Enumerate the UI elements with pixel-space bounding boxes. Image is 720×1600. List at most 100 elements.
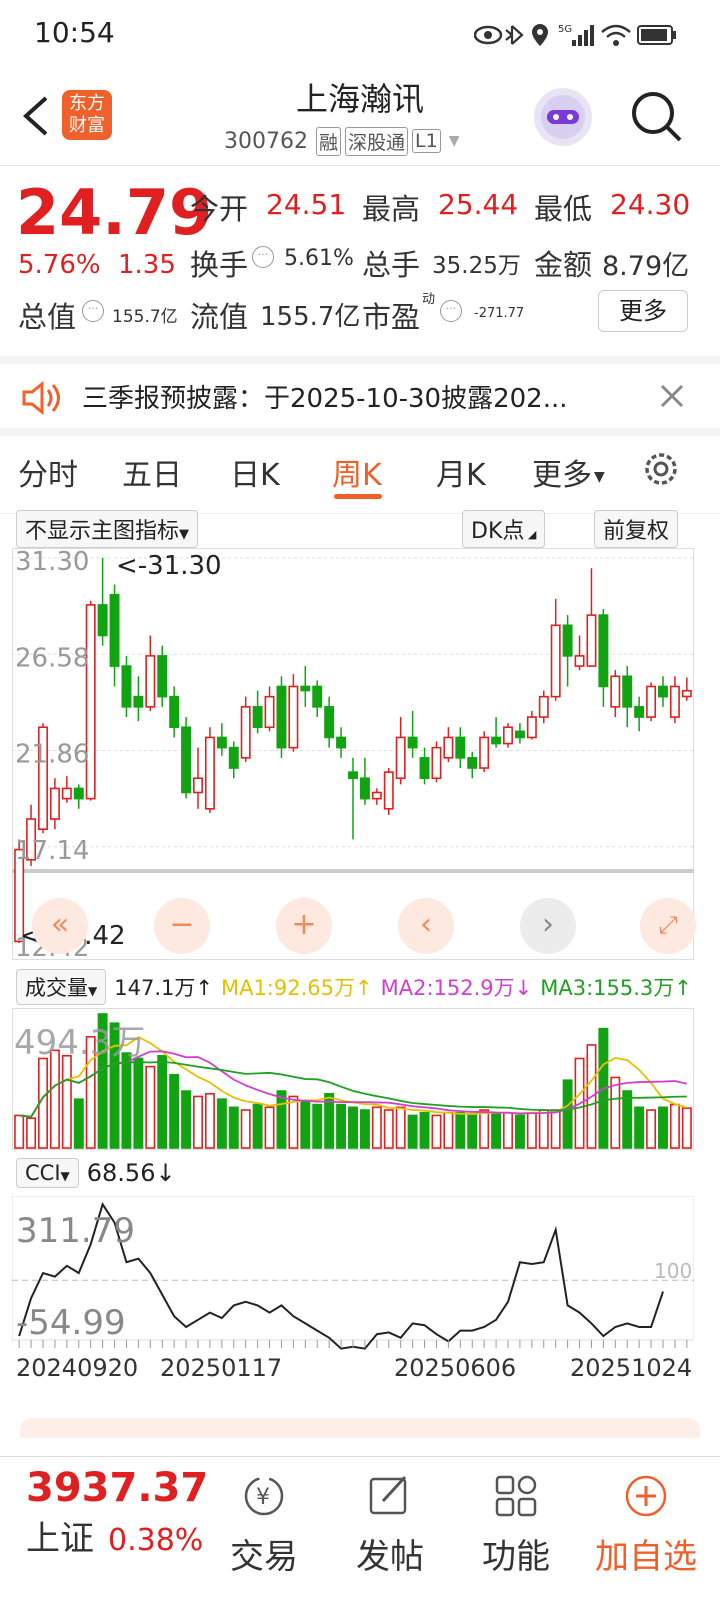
volume-bar [73, 1098, 84, 1149]
caret-down-icon: ▼ [60, 1169, 70, 1183]
volume-ma1: MA1:92.65万↑ [220, 976, 373, 1000]
candle-body [300, 685, 311, 692]
gear-icon [645, 453, 677, 485]
wifi-icon [601, 24, 631, 46]
candle-body [550, 624, 561, 698]
tab-weekly[interactable]: 周K [332, 450, 382, 494]
candle-body [169, 695, 180, 729]
volume-indicator-select[interactable]: 成交量▼ [16, 969, 107, 1005]
candle-body [419, 757, 430, 780]
tab-daily[interactable]: 日K [230, 450, 280, 494]
zoom-out-button[interactable]: − [154, 898, 210, 954]
tab-intraday[interactable]: 分时 [18, 450, 78, 494]
volume-bar [503, 1111, 513, 1149]
step-left-button[interactable]: ‹ [398, 898, 454, 954]
volume-bar [14, 1114, 25, 1149]
notice-close-button[interactable] [656, 378, 688, 414]
trade-button[interactable]: ¥ 交易 [214, 1473, 314, 1578]
svg-text:¥: ¥ [256, 1485, 270, 1510]
volume-bar [276, 1090, 287, 1149]
add-watchlist-button[interactable]: 加自选 [586, 1473, 706, 1578]
high-value: 25.44 [438, 188, 519, 221]
candle-body [85, 604, 96, 800]
volume-bar [157, 1054, 168, 1149]
main-indicator-select[interactable]: 不显示主图指标▼ [16, 510, 199, 548]
last-price: 24.79 [16, 176, 213, 249]
dropdown-arrow-icon[interactable]: ▼ [449, 133, 460, 149]
cci-axis-label-max: 311.79 [16, 1211, 135, 1251]
candle-body [455, 736, 466, 759]
volume-bar [300, 1101, 311, 1149]
volume-bar [228, 1106, 239, 1149]
edit-icon [369, 1475, 407, 1515]
candle-body [634, 706, 645, 718]
open-value: 24.51 [266, 188, 347, 221]
settings-button[interactable] [640, 448, 682, 490]
candle-body [181, 726, 192, 794]
candle-body [574, 655, 585, 667]
post-button[interactable]: 发帖 [340, 1473, 440, 1578]
volume-bar [216, 1098, 227, 1149]
more-button[interactable]: 更多 [598, 290, 688, 332]
volume-bar [467, 1114, 478, 1149]
volume-bar [455, 1111, 466, 1149]
minus-icon: − [169, 907, 195, 942]
volume-ma3: MA3:155.3万↑ [540, 976, 692, 1000]
info-icon[interactable]: ··· [440, 300, 462, 322]
candlestick-chart[interactable]: 31.3026.5821.8617.1412.42<-31.30<-12.42 [12, 548, 694, 960]
quote-panel: 24.79 5.76% 1.35 今开 24.51 最高 25.44 最低 24… [0, 166, 720, 356]
dk-point-button[interactable]: DK点 ◢ [462, 510, 546, 548]
fullscreen-button[interactable]: ⤢ [640, 898, 696, 954]
mktcap-value: 155.7亿 [112, 307, 178, 327]
volume-bar [658, 1106, 668, 1149]
volume-chart[interactable]: 494.3万 [12, 1008, 694, 1150]
caret-down-icon: ▼ [179, 527, 190, 542]
battery-icon [637, 25, 676, 45]
search-button[interactable] [628, 88, 684, 144]
trade-label: 交易 [230, 1537, 298, 1577]
cci-header: CCI▼ 68.56↓ [16, 1156, 176, 1190]
index-ticker[interactable]: 3937.37 上证 0.38% [26, 1465, 208, 1560]
period-tabs: 分时 五日 日K 周K 月K 更多 ▼ [0, 436, 720, 514]
function-button[interactable]: 功能 [466, 1473, 566, 1578]
post-label: 发帖 [356, 1537, 424, 1577]
info-icon[interactable]: ··· [252, 246, 274, 268]
price-axis-label: 21.86 [15, 740, 89, 770]
cci-chart[interactable]: 311.79 -54.99 100 20240920 20250117 20250606 2… [12, 1196, 694, 1402]
tab-more[interactable]: 更多 ▼ [532, 450, 605, 494]
volume-bar [169, 1073, 180, 1149]
stock-code-row: 300762 融 深股通 L1 ▼ [224, 124, 459, 158]
notice-bar[interactable]: 三季报预披露：于2025-10-30披露202... [0, 356, 720, 436]
robot-assistant-avatar[interactable] [534, 88, 592, 146]
mktcap-label: 总值 [18, 300, 77, 334]
candle-body [288, 685, 299, 749]
low-value: 24.30 [610, 188, 691, 221]
corner-caret-icon: ◢ [524, 528, 537, 541]
zoom-in-button[interactable]: + [276, 898, 332, 954]
candle-body [193, 777, 203, 794]
candle-body [443, 736, 454, 759]
volume-bar [562, 1079, 573, 1149]
bluetooth-icon [505, 25, 524, 45]
amount-label: 金额 [534, 248, 593, 282]
tab-monthly[interactable]: 月K [436, 450, 486, 494]
high-label: 最高 [362, 192, 421, 226]
candle-body [61, 787, 72, 800]
volume-bar [61, 1054, 72, 1149]
rewind-button[interactable]: « [32, 898, 88, 954]
amount-value: 8.79亿 [602, 251, 690, 282]
candle-body [145, 655, 156, 708]
pe-sup: 动 [422, 292, 436, 307]
info-icon[interactable]: ··· [82, 300, 104, 322]
low-label: 最低 [534, 192, 593, 226]
step-right-button[interactable]: › [520, 898, 576, 954]
volume-bar [336, 1103, 347, 1149]
yen-cycle-icon: ¥ [244, 1476, 284, 1516]
adjust-mode-button[interactable]: 前复权 [594, 510, 679, 548]
cci-indicator-select[interactable]: CCI▼ [16, 1158, 79, 1188]
candle-body [598, 614, 609, 688]
volume-bar [550, 1109, 561, 1149]
candle-body [586, 614, 597, 667]
stock-header: 东方财富 上海瀚讯 300762 融 深股通 L1 ▼ [0, 66, 720, 166]
tab-five-day[interactable]: 五日 [122, 450, 182, 494]
